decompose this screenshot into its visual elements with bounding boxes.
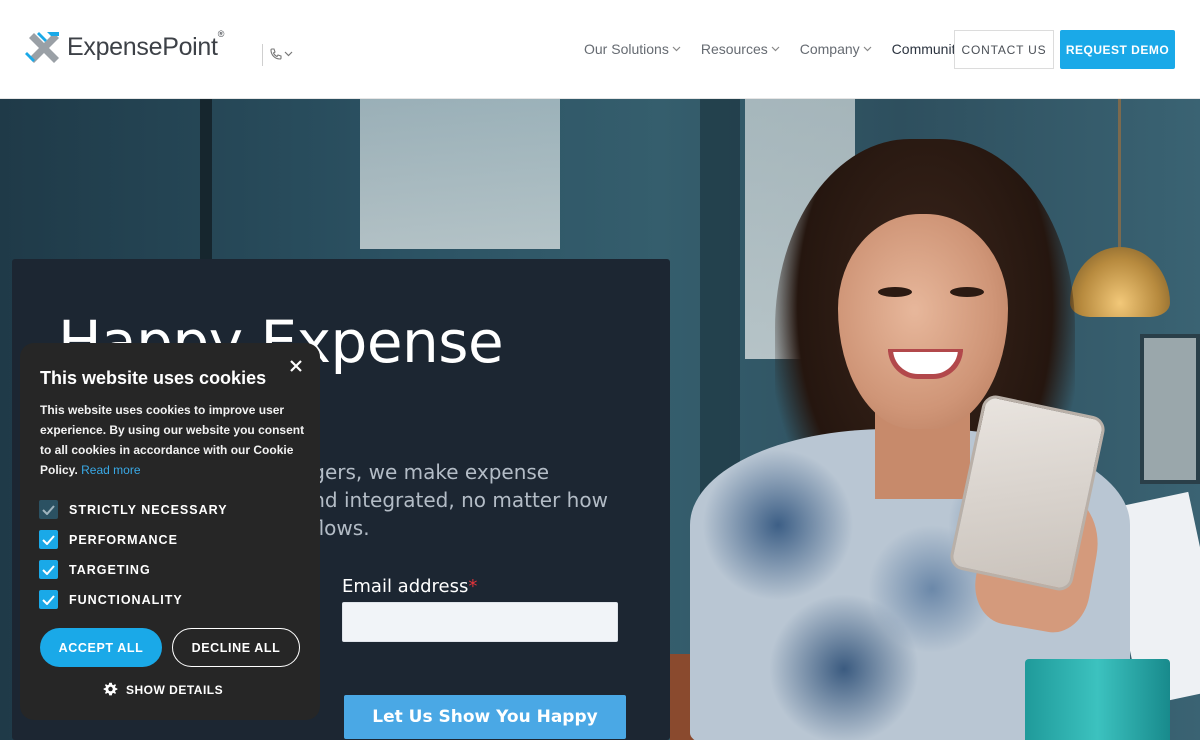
hero-photo-face — [838, 214, 1008, 429]
hero-photo-lamp — [1070, 247, 1170, 317]
show-details-button[interactable]: SHOW DETAILS — [103, 682, 223, 697]
hero-photo-lamp-cord — [1118, 99, 1121, 249]
close-icon — [290, 360, 302, 372]
checkbox-checked-icon — [39, 590, 58, 609]
checkbox-checked-icon — [39, 530, 58, 549]
cookie-option-performance[interactable]: PERFORMANCE — [39, 530, 178, 549]
cookie-option-targeting[interactable]: TARGETING — [39, 560, 151, 579]
site-header: ExpensePoint® Our Solutions Resources Co… — [0, 0, 1200, 99]
hero-photo-eye — [950, 287, 984, 297]
expensepoint-logo[interactable]: ExpensePoint® — [25, 29, 225, 68]
cookie-option-label: TARGETING — [69, 562, 151, 577]
email-label-text: Email address — [342, 576, 469, 597]
logo-text: ExpensePoint — [67, 32, 218, 61]
hero-subtitle-line: agers, we make expense — [300, 460, 550, 484]
email-label: Email address* — [342, 576, 477, 597]
hero-subtitle: agers, we make expense and integrated, n… — [300, 458, 630, 542]
decline-all-button[interactable]: DECLINE ALL — [172, 628, 300, 667]
cookie-text-line: experience. By using our website you con… — [40, 423, 305, 437]
cookie-consent-dialog: This website uses cookies This website u… — [20, 343, 320, 720]
cookie-title: This website uses cookies — [40, 368, 267, 388]
required-asterisk: * — [468, 576, 478, 597]
phone-dropdown[interactable] — [270, 46, 294, 62]
hero-photo-frame — [200, 99, 212, 259]
show-details-label: SHOW DETAILS — [126, 682, 224, 697]
nav-company[interactable]: Company — [800, 41, 872, 57]
chevron-down-icon — [284, 51, 293, 57]
accept-all-button[interactable]: ACCEPT ALL — [40, 628, 162, 667]
phone-icon — [270, 48, 282, 60]
hero-photo-cup — [1025, 659, 1170, 740]
hero-photo-window — [360, 99, 560, 249]
nav-label: Community — [891, 41, 963, 57]
cookie-option-label: STRICTLY NECESSARY — [69, 502, 228, 517]
gear-icon — [103, 682, 118, 697]
cookie-text-line: to all cookies in accordance with our Co… — [40, 443, 294, 457]
close-cookie-dialog-button[interactable] — [286, 356, 306, 376]
read-more-link[interactable]: Read more — [81, 463, 140, 477]
hero-subtitle-line: and integrated, no matter how — [300, 488, 608, 512]
checkbox-checked-icon — [39, 560, 58, 579]
nav-our-solutions[interactable]: Our Solutions — [584, 41, 681, 57]
header-divider — [262, 44, 263, 66]
chevron-down-icon — [672, 46, 681, 52]
checkbox-checked-icon — [39, 500, 58, 519]
email-input[interactable] — [342, 602, 618, 642]
cookie-option-label: PERFORMANCE — [69, 532, 178, 547]
let-us-show-you-happy-button[interactable]: Let Us Show You Happy — [344, 695, 626, 739]
hero-photo-wall-frame — [1140, 334, 1200, 484]
cookie-option-functionality[interactable]: FUNCTIONALITY — [39, 590, 183, 609]
registered-mark: ® — [217, 29, 225, 40]
cookie-text-line: Policy. — [40, 463, 78, 477]
nav-label: Resources — [700, 41, 768, 57]
nav-resources[interactable]: Resources — [701, 41, 780, 57]
main-nav: Our Solutions Resources Company Communit… — [584, 41, 994, 57]
nav-label: Our Solutions — [584, 41, 669, 57]
chevron-down-icon — [863, 46, 872, 52]
cookie-description: This website uses cookies to improve use… — [40, 400, 308, 480]
logo-mark-icon — [25, 32, 59, 63]
hero-subtitle-line: kflows. — [300, 516, 370, 540]
nav-label: Company — [799, 41, 860, 57]
cookie-option-strictly-necessary[interactable]: STRICTLY NECESSARY — [39, 500, 228, 519]
cookie-option-label: FUNCTIONALITY — [69, 592, 183, 607]
cookie-text-line: This website uses cookies to improve use… — [40, 403, 285, 417]
hero-photo-eye — [878, 287, 912, 297]
request-demo-button[interactable]: REQUEST DEMO — [1060, 30, 1175, 69]
contact-us-button[interactable]: CONTACT US — [954, 30, 1054, 69]
chevron-down-icon — [771, 46, 780, 52]
